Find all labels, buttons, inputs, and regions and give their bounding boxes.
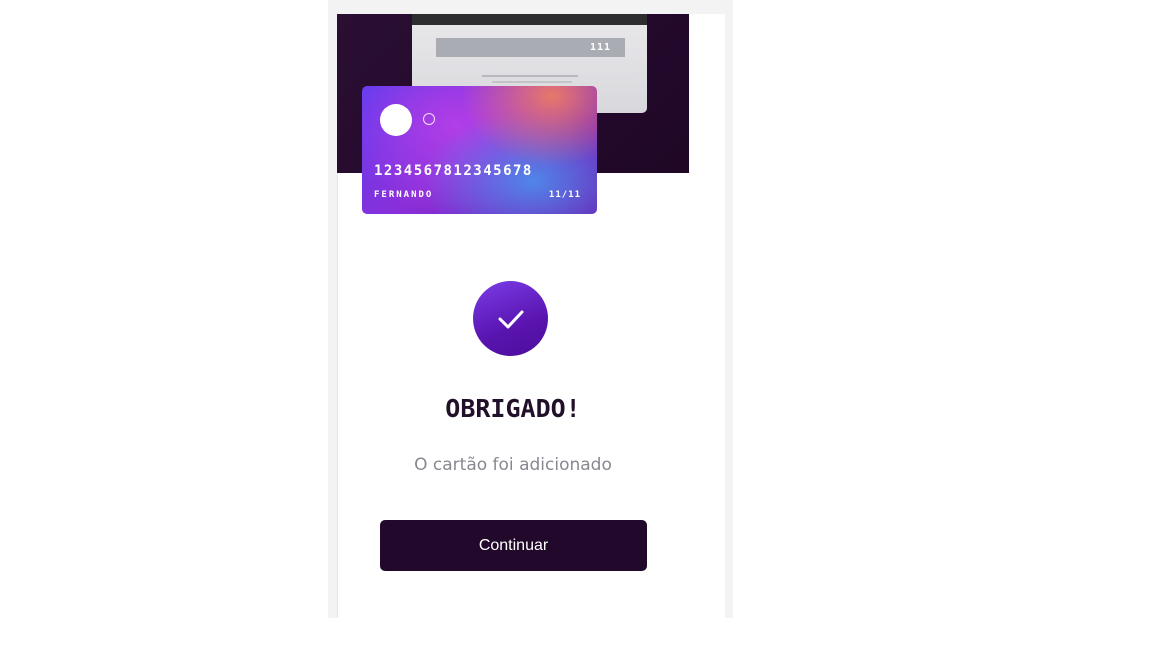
card-front-illustration: 1234567812345678 FERNANDO 11/11 [362, 86, 597, 214]
card-logo-circle [380, 104, 412, 136]
success-badge [473, 281, 548, 356]
continue-button[interactable]: Continuar [380, 520, 647, 571]
magnetic-stripe [412, 14, 647, 25]
card-expiry: 11/11 [548, 190, 581, 200]
card-back-text-line [492, 81, 572, 83]
card-logo-small-circle [423, 113, 435, 125]
card-back-text-line [482, 75, 578, 77]
checkmark-icon [498, 310, 523, 328]
success-message: O cartão foi adicionado [414, 455, 612, 475]
card-holder-name: FERNANDO [374, 190, 434, 200]
card-number: 1234567812345678 [374, 163, 533, 179]
success-title: OBRIGADO! [445, 394, 581, 423]
card-cvv: 111 [436, 38, 625, 57]
